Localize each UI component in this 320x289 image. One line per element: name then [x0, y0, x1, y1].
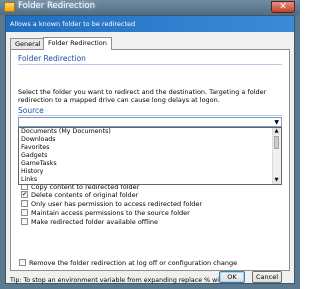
- checkbox-maintain-permissions[interactable]: [21, 209, 28, 216]
- checkbox-label: Remove the folder redirection at log off…: [29, 259, 238, 267]
- dropdown-scrollbar[interactable]: ▲ ▼: [272, 128, 281, 184]
- checkbox-remove-redirection[interactable]: [19, 259, 26, 266]
- ok-button[interactable]: OK: [219, 271, 245, 283]
- checkbox-offline[interactable]: [21, 218, 28, 225]
- section-heading: Folder Redirection: [18, 54, 86, 63]
- source-select[interactable]: ▼: [18, 117, 282, 127]
- description-text: Select the folder you want to redirect a…: [18, 88, 267, 104]
- checkbox-label: Maintain access permissions to the sourc…: [31, 209, 190, 217]
- footer-tip: Tip: To stop an environment variable fro…: [10, 277, 242, 284]
- cancel-button[interactable]: Cancel: [252, 271, 282, 283]
- tab-general[interactable]: General: [10, 38, 46, 49]
- dropdown-item-gametasks[interactable]: GameTasks: [21, 160, 57, 168]
- banner-text: Allows a known folder to be redirected: [10, 20, 136, 28]
- checkbox-label: Only user has permission to access redir…: [31, 200, 203, 208]
- close-button[interactable]: ✕: [271, 1, 295, 13]
- dropdown-item-history[interactable]: History: [21, 168, 43, 176]
- tab-panel: Folder Redirection Select the folder you…: [10, 49, 290, 271]
- checkbox-label: Make redirected folder available offline: [31, 218, 159, 226]
- source-divider: [18, 115, 282, 116]
- tab-folder-redirection[interactable]: Folder Redirection: [43, 37, 112, 50]
- source-label: Source: [18, 106, 44, 115]
- scroll-up-icon[interactable]: ▲: [273, 128, 280, 135]
- scroll-thumb[interactable]: [274, 136, 279, 149]
- window-title: Folder Redirection: [18, 1, 95, 11]
- title-bar[interactable]: Folder Redirection ✕: [0, 0, 300, 15]
- checkbox-user-permission[interactable]: [21, 200, 28, 207]
- source-dropdown-list[interactable]: Documents (My Documents) Downloads Favor…: [18, 127, 282, 185]
- dropdown-item-gadgets[interactable]: Gadgets: [21, 152, 47, 160]
- chevron-down-icon[interactable]: ▼: [274, 119, 279, 126]
- scroll-down-icon[interactable]: ▼: [273, 177, 280, 184]
- dropdown-item-documents[interactable]: Documents (My Documents): [21, 128, 111, 136]
- dialog-client: Allows a known folder to be redirected G…: [5, 15, 295, 284]
- folder-icon: [4, 2, 15, 12]
- heading-divider: [18, 64, 282, 65]
- checkbox-delete-contents[interactable]: ✔: [21, 191, 28, 198]
- dropdown-item-favorites[interactable]: Favorites: [21, 144, 49, 152]
- checkbox-label: Delete contents of original folder: [31, 191, 139, 199]
- header-banner: Allows a known folder to be redirected: [6, 16, 294, 32]
- dialog-window: Folder Redirection ✕ Allows a known fold…: [0, 0, 300, 289]
- dropdown-item-downloads[interactable]: Downloads: [21, 136, 56, 144]
- dropdown-item-links[interactable]: Links: [21, 176, 37, 184]
